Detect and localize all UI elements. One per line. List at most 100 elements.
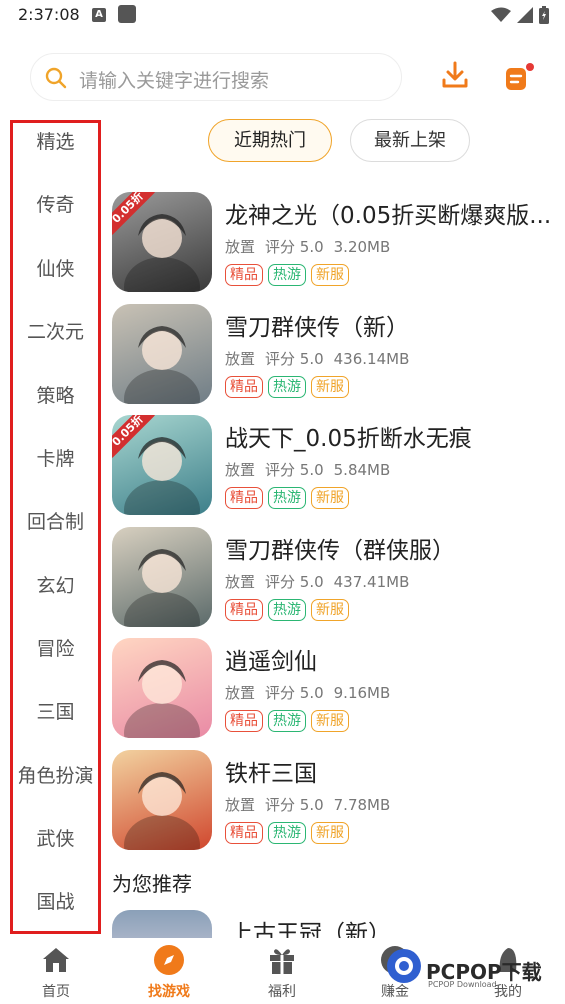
category-item[interactable]: 玄幻 [13, 571, 98, 598]
recommend-section-title: 为您推荐 [112, 872, 192, 896]
status-icons [491, 6, 549, 24]
tag-premium: 精品 [225, 822, 263, 844]
tag-hot: 热游 [268, 264, 306, 286]
compass-icon [154, 945, 184, 975]
game-meta: 放置 评分 5.0 436.14MB [225, 348, 419, 369]
search-placeholder: 请输入关键字进行搜索 [79, 70, 270, 92]
tag-hot: 热游 [268, 376, 306, 398]
nav-label: 找游戏 [148, 984, 190, 1000]
tag-hot: 热游 [268, 710, 306, 732]
notification-a-icon: A [92, 8, 106, 22]
recommend-item-title: 上古王冠（新） [230, 921, 391, 940]
category-sidebar: 精选 传奇 仙侠 二次元 策略 卡牌 回合制 玄幻 冒险 三国 角色扮演 武侠 … [10, 120, 101, 934]
gift-icon [270, 949, 294, 974]
game-score: 评分 5.0 [265, 796, 324, 814]
game-score: 评分 5.0 [265, 350, 324, 368]
game-title: 龙神之光（0.05折买断爆爽版... [225, 203, 552, 229]
category-item[interactable]: 武侠 [13, 824, 98, 851]
nav-label: 福利 [268, 984, 296, 1000]
game-genre: 放置 [225, 573, 256, 591]
tab-new-release[interactable]: 最新上架 [350, 119, 470, 162]
status-bar: 2:37:08 A [0, 0, 565, 32]
game-size: 436.14MB [333, 350, 410, 368]
tag-new-server: 新服 [311, 376, 349, 398]
game-icon [112, 304, 212, 404]
category-item[interactable]: 角色扮演 [13, 761, 98, 788]
category-item[interactable]: 策略 [13, 381, 98, 408]
pcpop-logo-icon [387, 949, 421, 983]
game-title: 雪刀群侠传（新） [225, 315, 409, 341]
game-tags: 精品 热游 新服 [225, 264, 349, 286]
game-score: 评分 5.0 [265, 684, 324, 702]
game-meta: 放置 评分 5.0 437.41MB [225, 571, 419, 592]
game-score: 评分 5.0 [265, 461, 324, 479]
tag-hot: 热游 [268, 487, 306, 509]
game-list-item[interactable]: 逍遥剑仙放置 评分 5.0 9.16MB 精品 热游 新服 [112, 638, 562, 738]
game-list-item[interactable]: 0.05折 战天下_0.05折断水无痕放置 评分 5.0 5.84MB 精品 热游 新服 [112, 415, 562, 515]
tag-new-server: 新服 [311, 599, 349, 621]
category-item[interactable]: 三国 [13, 697, 98, 724]
game-title: 雪刀群侠传（群侠服） [225, 538, 455, 564]
category-item[interactable]: 传奇 [13, 190, 98, 217]
game-size: 9.16MB [333, 684, 391, 702]
search-input[interactable]: 请输入关键字进行搜索 [30, 53, 402, 101]
signal-icon [517, 7, 533, 23]
category-item[interactable]: 二次元 [13, 317, 98, 344]
category-item[interactable]: 仙侠 [13, 254, 98, 281]
battery-icon [539, 6, 549, 24]
tag-new-server: 新服 [311, 264, 349, 286]
game-icon [112, 910, 212, 940]
watermark-subtext: PCPOP Download [428, 980, 497, 989]
game-tags: 精品 热游 新服 [225, 487, 349, 509]
tag-premium: 精品 [225, 599, 263, 621]
game-size: 7.78MB [333, 796, 391, 814]
game-list-item[interactable]: 0.05折 龙神之光（0.05折买断爆爽版... 放置 评分 5.0 3.20MB 精品热… [112, 192, 562, 292]
tag-premium: 精品 [225, 376, 263, 398]
nav-welfare[interactable]: 福利 [242, 938, 322, 1004]
game-list-item[interactable]: 雪刀群侠传（新） 放置 评分 5.0 436.14MB 精品 热游 新服 [112, 304, 562, 404]
download-icon[interactable] [440, 60, 470, 90]
game-icon [112, 638, 212, 738]
tab-recent-hot[interactable]: 近期热门 [208, 119, 332, 162]
game-title: 铁杆三国 [225, 761, 317, 787]
category-item[interactable]: 卡牌 [13, 444, 98, 471]
game-tags: 精品 热游 新服 [225, 822, 349, 844]
game-icon: 0.05折 [112, 192, 212, 292]
game-meta: 放置 评分 5.0 9.16MB [225, 682, 400, 703]
pcpop-watermark: PCPOP下载 PCPOP Download [382, 940, 565, 1000]
home-icon [43, 948, 69, 972]
game-score: 评分 5.0 [265, 573, 324, 591]
game-meta: 放置 评分 5.0 5.84MB [225, 459, 400, 480]
game-tags: 精品 热游 新服 [225, 599, 349, 621]
category-item[interactable]: 回合制 [13, 507, 98, 534]
game-genre: 放置 [225, 350, 256, 368]
game-icon [112, 527, 212, 627]
wifi-icon [491, 7, 511, 22]
notification-square-icon [118, 5, 136, 23]
game-genre: 放置 [225, 684, 256, 702]
tag-premium: 精品 [225, 710, 263, 732]
game-genre: 放置 [225, 796, 256, 814]
game-icon: 0.05折 [112, 415, 212, 515]
category-item[interactable]: 国战 [13, 887, 98, 914]
game-title: 逍遥剑仙 [225, 649, 317, 675]
game-genre: 放置 [225, 238, 256, 256]
game-title: 战天下_0.05折断水无痕 [225, 426, 472, 452]
game-genre: 放置 [225, 461, 256, 479]
tag-hot: 热游 [268, 599, 306, 621]
game-list-item[interactable]: 铁杆三国放置 评分 5.0 7.78MB 精品 热游 新服 [112, 750, 562, 850]
game-list-item[interactable]: 雪刀群侠传（群侠服） 放置 评分 5.0 437.41MB 精品 热游 新服 [112, 527, 562, 627]
tag-new-server: 新服 [311, 710, 349, 732]
nav-home[interactable]: 首页 [16, 938, 96, 1004]
category-item[interactable]: 冒险 [13, 634, 98, 661]
tag-premium: 精品 [225, 487, 263, 509]
category-item[interactable]: 精选 [13, 127, 98, 154]
game-size: 5.84MB [333, 461, 391, 479]
nav-find-games[interactable]: 找游戏 [129, 938, 209, 1004]
recommend-item[interactable]: 上古王冠（新） [112, 910, 562, 940]
game-icon [112, 750, 212, 850]
game-meta: 放置 评分 5.0 7.78MB [225, 794, 400, 815]
search-icon [45, 67, 67, 89]
message-icon[interactable] [503, 63, 537, 93]
tag-premium: 精品 [225, 264, 263, 286]
